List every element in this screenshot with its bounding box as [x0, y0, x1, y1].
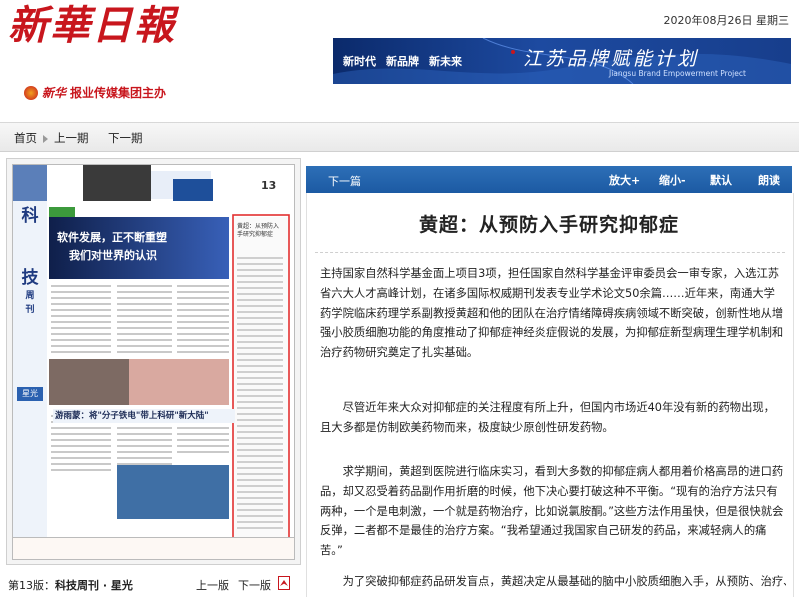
next-page-link[interactable]: 下一版	[238, 577, 271, 593]
prev-page-link[interactable]: 上一版	[196, 577, 229, 593]
nav-next-issue-link[interactable]: 下一期	[108, 130, 143, 146]
group-logo-icon	[24, 85, 38, 100]
read-aloud-button[interactable]: 朗读	[758, 172, 780, 188]
banner-tag: 新时代	[343, 55, 376, 68]
thumb-headline: 软件发展，正不断重塑	[57, 231, 167, 244]
issue-date: 2020年08月26日 星期三	[663, 14, 790, 27]
page-label-prefix: 第13版：	[8, 579, 55, 592]
masthead-logo[interactable]: 新華日報	[8, 4, 176, 48]
thumb-section-char: 周	[25, 291, 35, 301]
banner-subtitle: Jiangsu Brand Empowerment Project	[609, 69, 746, 78]
article-paragraph: 求学期间，黄超到医院进行临床实习，看到大多数的抑郁症病人都用着价格高昂的进口药品…	[320, 465, 784, 558]
default-size-button[interactable]: 默认	[710, 172, 732, 188]
nav-home-link[interactable]: 首页	[14, 130, 54, 146]
thumb-section-name: 科 技 周 刊	[16, 205, 44, 317]
title-divider	[315, 252, 785, 254]
thumb-page-number: 13	[261, 179, 277, 192]
article-toolbar: 下一篇 放大+ 缩小- 默认 朗读	[306, 166, 792, 193]
page-label-name: 科技周刊 · 星光	[55, 579, 133, 592]
thumb-section-char: 科	[21, 206, 39, 226]
article-paragraph: 主持国家自然科学基金面上项目3项，担任国家自然科学基金评审委员会一审专家，入选江…	[320, 267, 784, 360]
nav-home-label: 首页	[14, 131, 37, 145]
pdf-icon[interactable]	[278, 576, 290, 590]
zoom-in-button[interactable]: 放大+	[609, 172, 640, 188]
page-thumbnail[interactable]: 科 技 周 刊 13 软件发展，正不断重塑 我们对世界的认识 星光 游雨蒙：将"…	[12, 164, 295, 560]
nav-prev-issue-link[interactable]: 上一期	[54, 130, 89, 146]
arrow-right-icon	[43, 134, 48, 143]
banner-tags: 新时代 新品牌 新未来	[337, 46, 503, 76]
sponsor-text: 报业传媒集团主办	[70, 86, 167, 100]
sponsor-brand: 新华	[42, 86, 67, 100]
article-title: 黄超：从预防入手研究抑郁症	[418, 214, 679, 236]
article-paragraph: 尽管近年来大众对抑郁症的关注程度有所上升，但国内市场近40年没有新的药物出现，且…	[320, 401, 775, 434]
issue-nav-bar: 首页 上一期 下一期	[0, 122, 799, 152]
thumb-section-char: 技	[21, 268, 39, 288]
banner-title: 江苏品牌赋能计划	[523, 48, 700, 70]
banner-tag: 新未来	[429, 55, 462, 68]
next-article-link[interactable]: 下一篇	[328, 173, 361, 189]
thumb-box-title: 黄超：从预防入手研究抑郁症	[237, 223, 280, 238]
banner-tag: 新品牌	[386, 55, 419, 68]
thumb-section-char: 刊	[25, 305, 35, 315]
thumb-badge: 星光	[17, 387, 43, 401]
article-paragraph: 为了突破抑郁症药品研发盲点，黄超决定从最基础的脑中小胶质细胞入手，从预防、治疗、…	[342, 575, 786, 588]
thumb-headline: 我们对世界的认识	[69, 249, 157, 262]
thumb-headline: 游雨蒙：将"分子铁电"带上科研"新大陆"	[53, 409, 235, 423]
zoom-out-button[interactable]: 缩小-	[659, 172, 686, 188]
sponsor-line: 新华 报业传媒集团主办	[24, 84, 166, 101]
brand-banner[interactable]: 新时代 新品牌 新未来 江苏品牌赋能计划 Jiangsu Brand Empow…	[333, 38, 791, 84]
page-label: 第13版：科技周刊 · 星光	[8, 577, 133, 593]
